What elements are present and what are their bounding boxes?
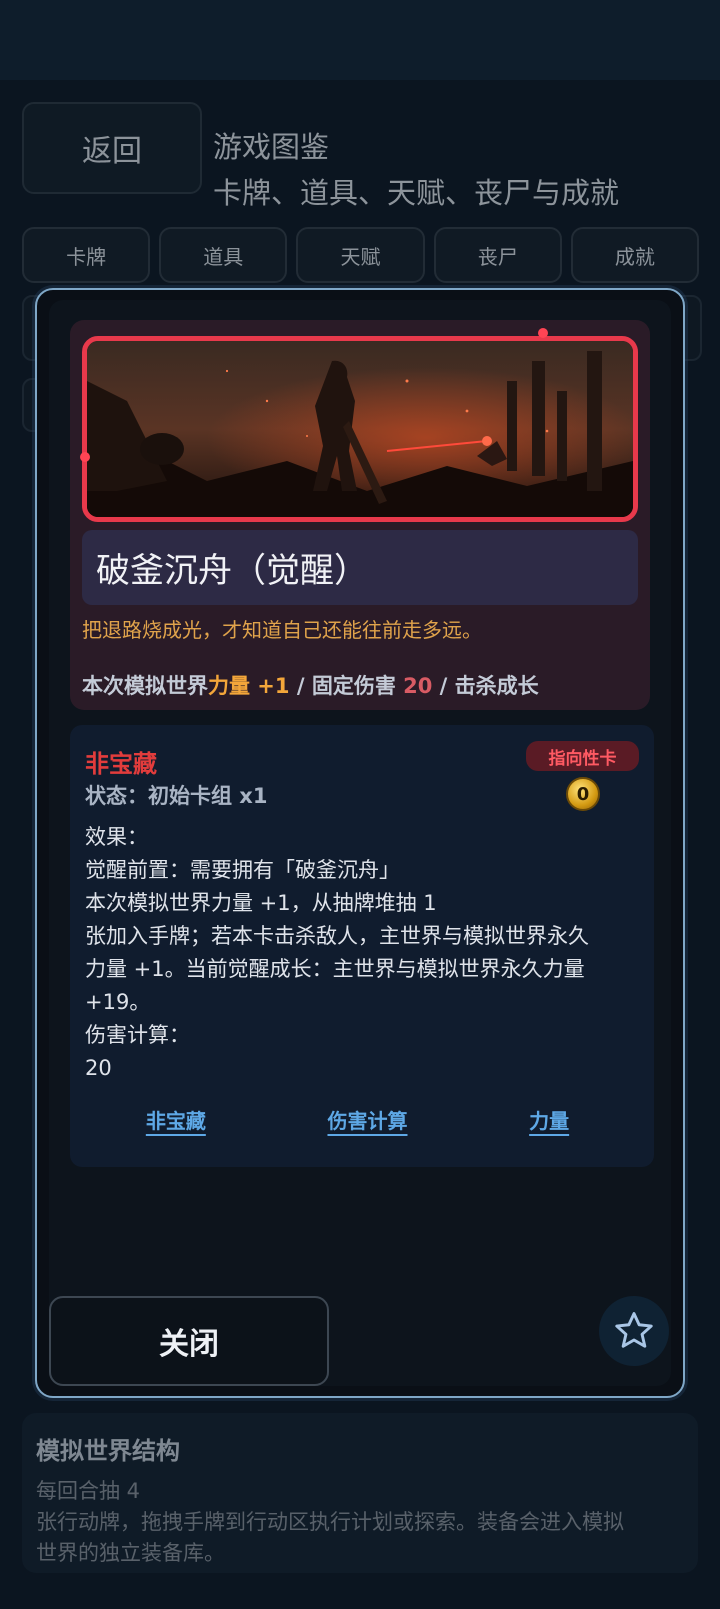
- frame-gem: [538, 328, 548, 338]
- close-button[interactable]: 关闭: [49, 1296, 329, 1386]
- effect-line: 觉醒前置：需要拥有「破釜沉舟」: [85, 858, 400, 882]
- tab-cards[interactable]: 卡牌: [22, 227, 151, 283]
- card-artwork-image: [87, 341, 633, 517]
- card-status: 状态：初始卡组 x1: [85, 784, 268, 808]
- favorite-button[interactable]: [599, 1296, 669, 1366]
- effect-line: 本次模拟世界力量 +1，从抽牌堆抽 1: [85, 891, 437, 915]
- effect-line: 20: [85, 1056, 112, 1080]
- card-title: 破釜沉舟（觉醒）: [82, 530, 638, 605]
- stats-damage-label: 固定伤害: [311, 674, 404, 698]
- info-title: 模拟世界结构: [36, 1437, 180, 1465]
- effect-line: 伤害计算：: [85, 1023, 190, 1047]
- info-line: 世界的独立装备库。: [36, 1541, 225, 1565]
- stats-separator: /: [289, 674, 312, 698]
- stats-separator: /: [432, 674, 455, 698]
- page-title: 游戏图鉴: [213, 130, 330, 164]
- rarity-label: 非宝藏: [85, 750, 157, 778]
- keyword-links: 非宝藏 伤害计算 力量: [85, 1105, 630, 1134]
- stats-growth: 击杀成长: [454, 674, 539, 698]
- stats-damage-value: 20: [403, 674, 433, 698]
- effect-line: +19。: [85, 990, 151, 1014]
- stats-prefix: 本次模拟世界: [82, 674, 208, 698]
- star-icon: [615, 1312, 653, 1348]
- info-line: 每回合抽 4: [36, 1479, 141, 1503]
- effect-line: 力量 +1。当前觉醒成长：主世界与模拟世界永久力量: [85, 957, 585, 981]
- keyword-link-damage[interactable]: 伤害计算: [327, 1105, 407, 1134]
- frame-gem: [80, 452, 90, 462]
- card-type-badge: 指向性卡: [526, 741, 639, 771]
- card-stats: 本次模拟世界力量 +1 / 固定伤害 20 / 击杀成长: [82, 670, 539, 700]
- cost-coin-icon: 0: [566, 777, 600, 811]
- effect-line: 张加入手牌；若本卡击杀敌人，主世界与模拟世界永久: [85, 924, 589, 948]
- info-card: 模拟世界结构 每回合抽 4 张行动牌，拖拽手牌到行动区执行计划或探索。装备会进入…: [22, 1413, 698, 1573]
- category-tabs: 卡牌 道具 天赋 丧尸 成就: [22, 227, 700, 283]
- tab-talents[interactable]: 天赋: [296, 227, 425, 283]
- stats-power: 力量 +1: [208, 674, 290, 698]
- info-line: 张行动牌，拖拽手牌到行动区执行计划或探索。装备会进入模拟: [36, 1510, 624, 1534]
- card-effect-text: 效果： 觉醒前置：需要拥有「破釜沉舟」 本次模拟世界力量 +1，从抽牌堆抽 1 …: [85, 821, 630, 1085]
- keyword-link-power[interactable]: 力量: [529, 1105, 569, 1134]
- effect-line: 效果：: [85, 825, 148, 849]
- tab-items[interactable]: 道具: [159, 227, 288, 283]
- top-status-bar: [0, 0, 720, 80]
- keyword-link-rarity[interactable]: 非宝藏: [146, 1105, 206, 1134]
- back-button[interactable]: 返回: [22, 102, 202, 194]
- tab-zombies[interactable]: 丧尸: [433, 227, 562, 283]
- card-flavor-text: 把退路烧成光，才知道自己还能往前走多远。: [82, 618, 482, 642]
- card-artwork: [82, 336, 638, 522]
- page-subtitle: 卡牌、道具、天赋、丧尸与成就: [213, 176, 620, 210]
- tab-achievements[interactable]: 成就: [570, 227, 700, 283]
